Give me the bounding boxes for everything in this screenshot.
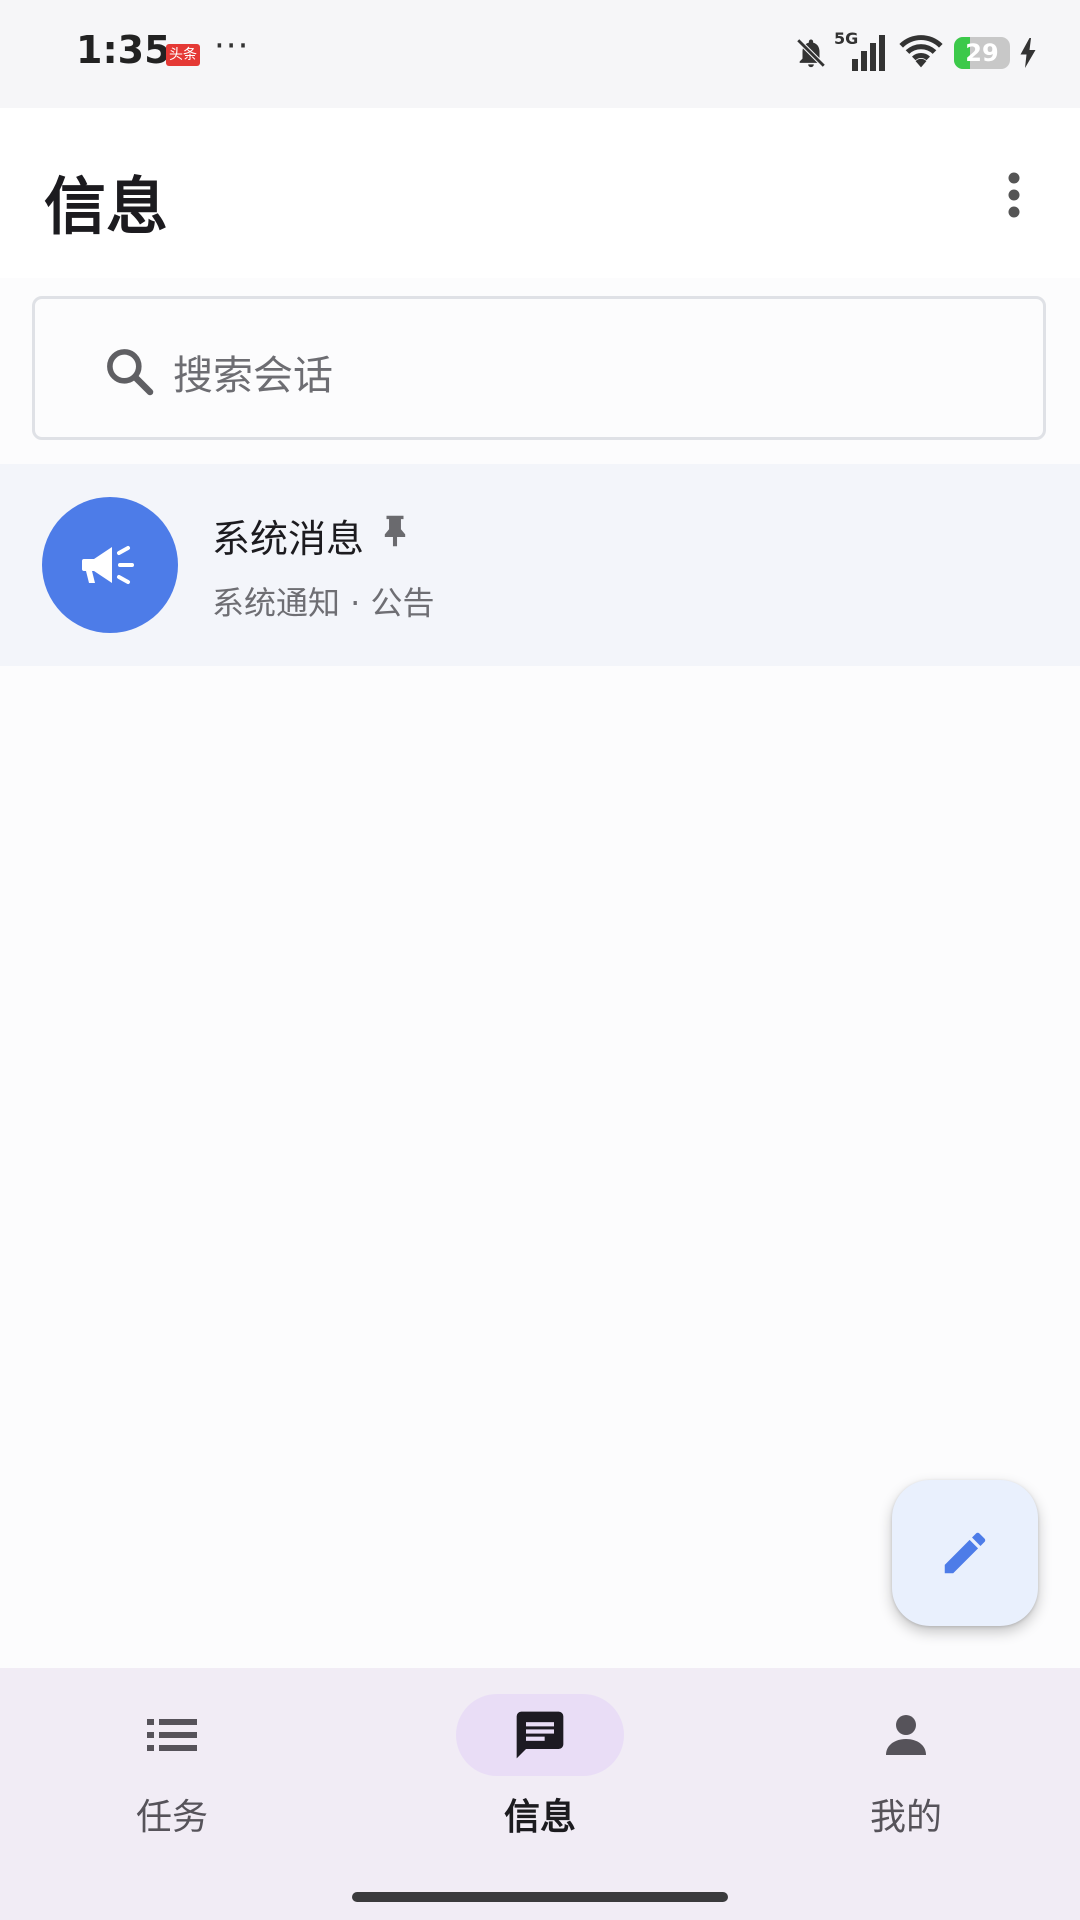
nav-label: 我的	[869, 1797, 942, 1838]
list-icon	[147, 1719, 197, 1751]
charging-icon	[1020, 38, 1036, 68]
search-placeholder: 搜索会话	[173, 353, 333, 399]
search-icon	[107, 349, 154, 396]
nav-icon-container	[822, 1694, 990, 1776]
nav-item-tasks[interactable]: 任务	[22, 1668, 322, 1868]
person-icon	[886, 1715, 926, 1755]
search-conversations-field[interactable]: 搜索会话	[32, 296, 1046, 440]
pencil-icon	[944, 1532, 986, 1574]
conversation-subtitle: 系统通知 · 公告	[212, 584, 435, 622]
status-time: 1:35	[76, 28, 171, 72]
more-notifications-indicator: ···	[214, 26, 250, 66]
nav-icon-container	[88, 1694, 256, 1776]
app-header: 信息	[0, 108, 1080, 278]
status-bar: 1:35 头条 ··· 5G 29	[0, 0, 1080, 108]
wifi-icon	[899, 35, 943, 68]
cellular-signal-icon: 5G	[834, 29, 888, 73]
muted-bell-icon	[796, 38, 826, 68]
conversation-title: 系统消息	[212, 517, 365, 561]
nav-label: 任务	[135, 1797, 208, 1838]
page-title: 信息	[44, 170, 169, 243]
pin-icon	[384, 515, 406, 547]
nav-item-messages[interactable]: 信息	[390, 1668, 690, 1868]
more-options-button[interactable]	[984, 160, 1044, 230]
nav-label: 信息	[503, 1797, 576, 1838]
chat-icon	[516, 1711, 564, 1759]
network-type-label: 5G	[834, 29, 859, 48]
avatar	[42, 497, 178, 633]
nav-item-profile[interactable]: 我的	[756, 1668, 1056, 1868]
nav-icon-container	[456, 1694, 624, 1776]
battery-icon: 29	[954, 37, 1010, 69]
app-notification-badge: 头条	[166, 44, 200, 66]
bottom-navigation: 任务 信息 我的	[0, 1668, 1080, 1920]
status-icons: 5G 29	[794, 28, 1036, 78]
conversation-item-system-messages[interactable]: 系统消息 系统通知 · 公告	[0, 464, 1080, 666]
battery-level: 29	[965, 39, 999, 67]
more-vert-icon	[1008, 172, 1020, 218]
megaphone-icon	[82, 546, 134, 584]
home-indicator[interactable]	[352, 1892, 728, 1902]
compose-button[interactable]	[892, 1480, 1038, 1626]
